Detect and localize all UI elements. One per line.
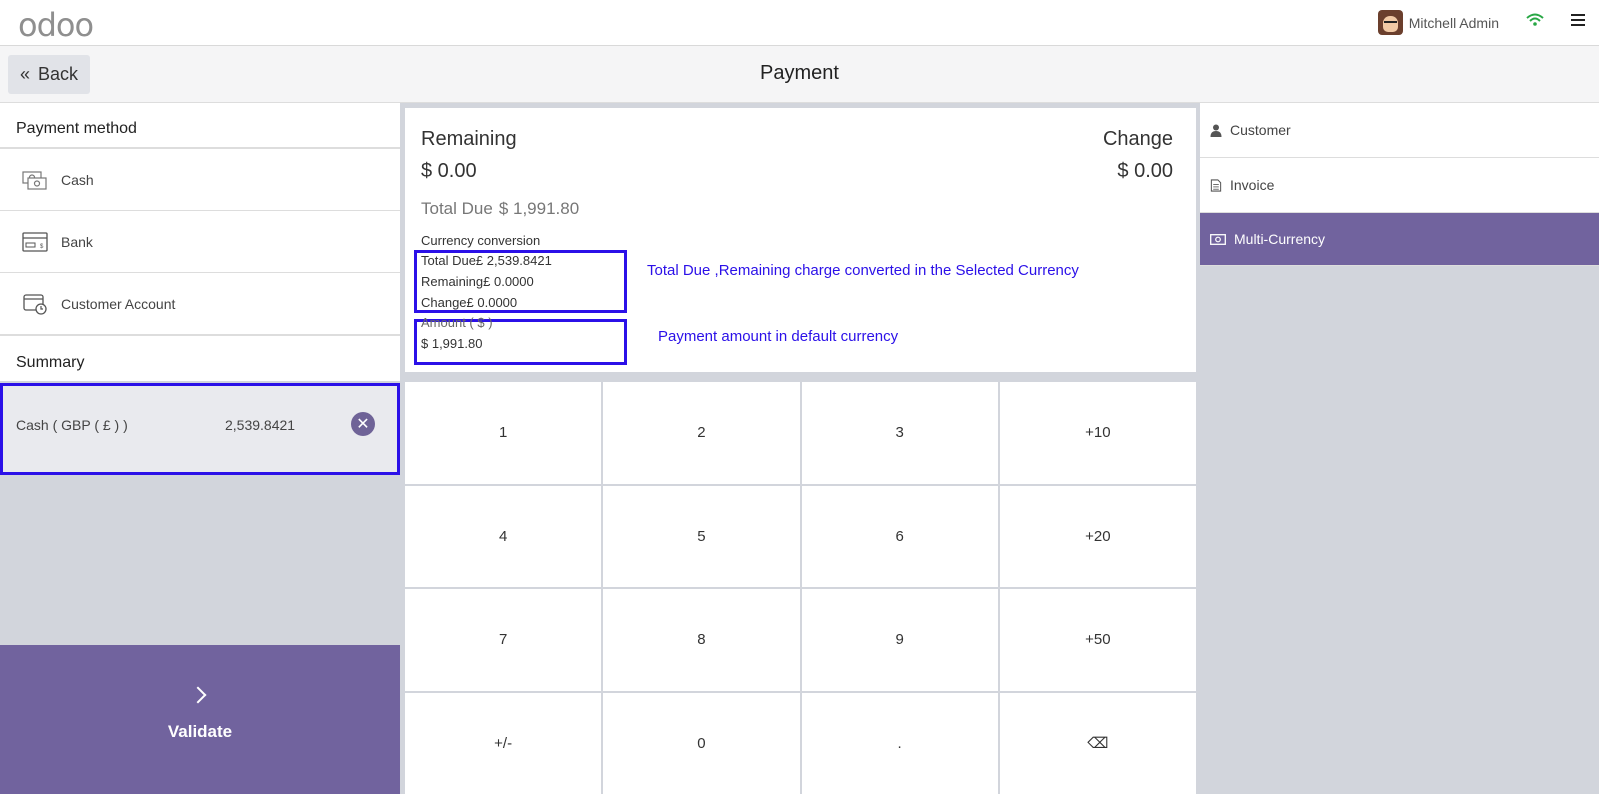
total-due: Total Due $ 1,991.80 xyxy=(421,199,579,219)
payment-center-panel: Remaining $ 0.00 Change $ 0.00 Total Due… xyxy=(400,103,1200,794)
payment-method-label: Cash xyxy=(61,171,94,188)
numpad-key-plus50[interactable]: +50 xyxy=(999,589,1196,691)
numpad-key-8[interactable]: 8 xyxy=(603,589,800,691)
money-icon xyxy=(1210,233,1226,245)
amount-label: Amount ( $ ) xyxy=(421,315,493,330)
numpad: 1 2 3 +10 4 5 6 +20 7 8 9 +50 +/- 0 . ⌫ xyxy=(405,382,1196,794)
numpad-key-4[interactable]: 4 xyxy=(405,485,602,587)
invoice-button[interactable]: Invoice xyxy=(1200,158,1599,213)
total-due-value: $ 1,991.80 xyxy=(498,199,580,218)
numpad-key-decimal[interactable]: . xyxy=(801,692,998,794)
numpad-key-2[interactable]: 2 xyxy=(603,382,800,484)
customer-label: Customer xyxy=(1230,122,1291,138)
user-menu[interactable]: Mitchell Admin xyxy=(1377,10,1499,35)
payment-status: Remaining $ 0.00 Change $ 0.00 Total Due… xyxy=(405,108,1196,372)
payment-method-title: Payment method xyxy=(0,103,400,149)
payment-method-label: Bank xyxy=(61,233,93,250)
summary-title: Summary xyxy=(0,335,400,381)
payment-methods-panel: Payment method Cash $ Bank Customer Acco… xyxy=(0,103,400,794)
validate-button[interactable]: Validate xyxy=(0,645,400,794)
payment-method-label: Customer Account xyxy=(61,295,176,312)
payment-options-panel: Customer Invoice Multi-Currency xyxy=(1200,103,1599,794)
multi-currency-button[interactable]: Multi-Currency xyxy=(1200,213,1599,266)
converted-total-due: Total Due£ 2,539.8421 xyxy=(421,253,552,268)
backspace-icon[interactable]: ⌫ xyxy=(999,692,1196,794)
bank-card-icon: $ xyxy=(22,231,48,252)
converted-remaining: Remaining£ 0.0000 xyxy=(421,274,534,289)
remaining-label: Remaining xyxy=(421,128,517,150)
payment-line-amount[interactable]: 2,539.8421 xyxy=(225,417,295,433)
odoo-logo: odoo xyxy=(18,6,94,44)
amount-value: $ 1,991.80 xyxy=(421,336,483,351)
customer-button[interactable]: Customer xyxy=(1200,103,1599,158)
total-due-label: Total Due xyxy=(421,199,493,218)
annotation-amount-note: Payment amount in default currency xyxy=(658,328,899,345)
page-title: Payment xyxy=(760,62,839,84)
payment-header: « Back Payment xyxy=(0,46,1599,103)
chevron-right-icon xyxy=(189,686,207,704)
customer-account-icon xyxy=(23,293,47,315)
invoice-label: Invoice xyxy=(1230,177,1275,193)
user-icon xyxy=(1210,124,1222,137)
hamburger-menu-icon[interactable] xyxy=(1571,14,1585,26)
user-name: Mitchell Admin xyxy=(1408,14,1499,31)
top-navbar: odoo Mitchell Admin xyxy=(0,0,1599,46)
wifi-icon xyxy=(1526,13,1544,26)
change-value: $ 0.00 xyxy=(1117,160,1173,182)
cash-icon xyxy=(22,170,47,190)
svg-text:$: $ xyxy=(40,244,44,250)
numpad-key-9[interactable]: 9 xyxy=(801,589,998,691)
numpad-key-5[interactable]: 5 xyxy=(603,485,800,587)
avatar xyxy=(1377,10,1403,35)
payment-method-cash[interactable]: Cash xyxy=(0,149,400,211)
change-label: Change xyxy=(1102,128,1173,150)
currency-conversion-title: Currency conversion xyxy=(421,233,541,248)
payment-line-name: Cash ( GBP ( £ ) ) xyxy=(16,417,128,433)
numpad-key-3[interactable]: 3 xyxy=(801,382,998,484)
numpad-key-1[interactable]: 1 xyxy=(405,382,602,484)
payment-line[interactable]: Cash ( GBP ( £ ) ) 2,539.8421 ✕ xyxy=(0,383,400,475)
validate-label: Validate xyxy=(167,722,233,741)
numpad-key-7[interactable]: 7 xyxy=(405,589,602,691)
annotation-conversion-note: Total Due ,Remaining charge converted in… xyxy=(647,262,1079,279)
numpad-key-6[interactable]: 6 xyxy=(801,485,998,587)
document-icon xyxy=(1210,178,1222,192)
payment-method-bank[interactable]: $ Bank xyxy=(0,211,400,273)
remaining-value: $ 0.00 xyxy=(421,160,477,182)
multi-currency-label: Multi-Currency xyxy=(1234,231,1326,247)
payment-method-customer-account[interactable]: Customer Account xyxy=(0,273,400,335)
numpad-key-plus-minus[interactable]: +/- xyxy=(405,692,602,794)
numpad-key-0[interactable]: 0 xyxy=(603,692,800,794)
numpad-key-plus10[interactable]: +10 xyxy=(999,382,1196,484)
remove-icon[interactable]: ✕ xyxy=(351,412,375,436)
converted-change: Change£ 0.0000 xyxy=(421,295,518,310)
numpad-key-plus20[interactable]: +20 xyxy=(999,485,1196,587)
